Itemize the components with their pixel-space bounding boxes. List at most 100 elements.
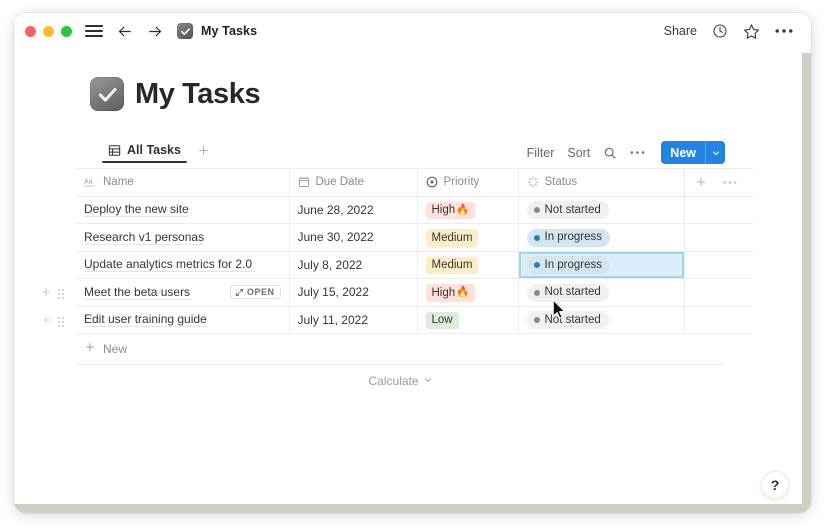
cell-priority[interactable]: High 🔥	[417, 278, 519, 307]
column-label: Name	[103, 176, 134, 189]
checkbox-checked-icon	[177, 23, 193, 39]
filter-button[interactable]: Filter	[527, 146, 555, 160]
add-row-plus-icon[interactable]	[40, 285, 52, 303]
vertical-scrollbar[interactable]	[802, 53, 811, 513]
status-dot-icon	[533, 234, 540, 241]
share-button[interactable]: Share	[664, 24, 697, 38]
svg-text:Aa: Aa	[84, 179, 93, 186]
search-icon[interactable]	[603, 146, 617, 160]
column-options-ellipsis-icon[interactable]	[723, 180, 737, 185]
page-title[interactable]: My Tasks	[135, 78, 261, 111]
priority-badge: High 🔥	[425, 201, 476, 220]
tasks-table: Aa Name Due Date Priority Status Deploy …	[76, 168, 753, 334]
cell-name[interactable]: Research v1 personas	[76, 223, 290, 252]
status-dot-icon	[533, 317, 540, 324]
page-content: My Tasks All Tasks Filter Sort New Aa Na…	[14, 49, 811, 513]
cell-priority[interactable]: Medium	[417, 223, 519, 252]
task-name: Deploy the new site	[84, 202, 189, 218]
table-header: Aa Name Due Date Priority Status	[76, 168, 753, 197]
table-row[interactable]: Edit user training guide July 11, 2022 Low…	[76, 306, 753, 334]
chevron-down-icon[interactable]	[705, 141, 725, 164]
priority-label: Medium	[431, 231, 473, 244]
open-row-button[interactable]: OPEN	[229, 285, 281, 300]
cell-spacer	[684, 306, 753, 334]
open-row-label: OPEN	[246, 287, 275, 298]
window-titlebar: My Tasks Share	[14, 13, 811, 49]
horizontal-scrollbar[interactable]	[14, 504, 811, 513]
column-header-priority[interactable]: Priority	[417, 168, 519, 197]
table-body: Deploy the new site June 28, 2022 High 🔥 Not…	[76, 196, 753, 334]
star-icon[interactable]	[743, 23, 760, 40]
close-window-button[interactable]	[25, 25, 36, 37]
cell-priority[interactable]: Medium	[417, 251, 519, 279]
fire-emoji-icon: 🔥	[456, 203, 470, 216]
cell-due-date[interactable]: July 8, 2022	[289, 251, 418, 279]
cell-due-date[interactable]: July 15, 2022	[289, 278, 418, 307]
add-column-plus-icon[interactable]	[695, 176, 707, 188]
new-row-button[interactable]: New	[76, 334, 725, 365]
table-row[interactable]: Meet the beta users OPEN July 15, 2022 High…	[76, 278, 753, 307]
cell-status[interactable]: Not started	[518, 196, 685, 224]
cell-spacer	[684, 223, 753, 252]
cell-priority[interactable]: High 🔥	[417, 196, 519, 224]
database-more-icon[interactable]	[630, 150, 645, 155]
database-table-container: Aa Name Due Date Priority Status Deploy …	[14, 168, 811, 334]
column-header-name[interactable]: Aa Name	[76, 168, 290, 197]
column-label: Priority	[443, 176, 480, 189]
expand-arrows-icon	[235, 288, 243, 296]
cell-name[interactable]: Edit user training guide	[76, 306, 290, 334]
page-header: My Tasks	[14, 49, 811, 111]
column-label: Status	[544, 176, 578, 189]
browser-window: My Tasks Share My Tasks All Tasks Filter…	[14, 13, 811, 513]
cell-name[interactable]: Update analytics metrics for 2.0	[76, 251, 290, 279]
sort-button[interactable]: Sort	[567, 146, 590, 160]
cell-due-date[interactable]: June 28, 2022	[289, 196, 418, 224]
new-button-group[interactable]: New	[661, 141, 725, 164]
cell-status[interactable]: In progress	[518, 251, 685, 279]
arrow-left-icon[interactable]	[116, 23, 133, 40]
cell-priority[interactable]: Low	[417, 306, 519, 334]
task-name: Meet the beta users	[84, 284, 191, 300]
cell-status[interactable]: In progress	[518, 223, 685, 252]
hamburger-menu-icon[interactable]	[85, 22, 103, 41]
table-header-row: Aa Name Due Date Priority Status	[76, 168, 753, 197]
help-button[interactable]: ?	[761, 471, 789, 499]
traffic-light-buttons	[25, 25, 72, 37]
priority-label: Low	[431, 314, 453, 327]
drag-handle-icon[interactable]	[58, 316, 64, 327]
calculate-label: Calculate	[368, 374, 419, 388]
minimize-window-button[interactable]	[43, 25, 54, 37]
cell-spacer	[684, 196, 753, 224]
calculate-footer[interactable]: Calculate	[76, 372, 725, 390]
column-label: Due Date	[315, 176, 365, 189]
ellipsis-icon[interactable]	[775, 28, 793, 34]
tab-all-tasks[interactable]: All Tasks	[102, 143, 187, 163]
due-date-value: June 28, 2022	[297, 202, 374, 217]
zoom-window-button[interactable]	[61, 25, 72, 37]
table-row[interactable]: Deploy the new site June 28, 2022 High 🔥 Not…	[76, 196, 753, 224]
drag-handle-icon[interactable]	[58, 289, 64, 300]
arrow-right-icon[interactable]	[147, 23, 164, 40]
add-row-plus-icon[interactable]	[40, 313, 52, 331]
document-breadcrumb[interactable]: My Tasks	[177, 23, 257, 39]
cell-name[interactable]: Meet the beta users OPEN	[76, 278, 290, 307]
column-header-status[interactable]: Status	[518, 168, 685, 197]
clock-icon[interactable]	[712, 23, 728, 39]
cell-due-date[interactable]: July 11, 2022	[289, 306, 418, 334]
row-gutter-handles	[40, 285, 74, 303]
add-view-plus-icon[interactable]	[193, 144, 214, 163]
status-label: In progress	[544, 258, 603, 271]
cell-status[interactable]: Not started	[518, 278, 685, 307]
desktop-backdrop: My Tasks Share My Tasks All Tasks Filter…	[0, 0, 825, 531]
row-gutter-handles	[40, 313, 74, 331]
table-row[interactable]: Update analytics metrics for 2.0 July 8, …	[76, 251, 753, 279]
status-badge: Not started	[526, 201, 609, 220]
column-header-due-date[interactable]: Due Date	[289, 168, 418, 197]
table-row[interactable]: Research v1 personas June 30, 2022 Medium I…	[76, 223, 753, 252]
new-button[interactable]: New	[661, 141, 705, 164]
cell-due-date[interactable]: June 30, 2022	[289, 223, 418, 252]
cell-name[interactable]: Deploy the new site	[76, 196, 290, 224]
checkbox-checked-icon[interactable]	[90, 77, 124, 111]
tab-label: All Tasks	[127, 143, 181, 157]
cell-status[interactable]: Not started	[518, 306, 685, 334]
